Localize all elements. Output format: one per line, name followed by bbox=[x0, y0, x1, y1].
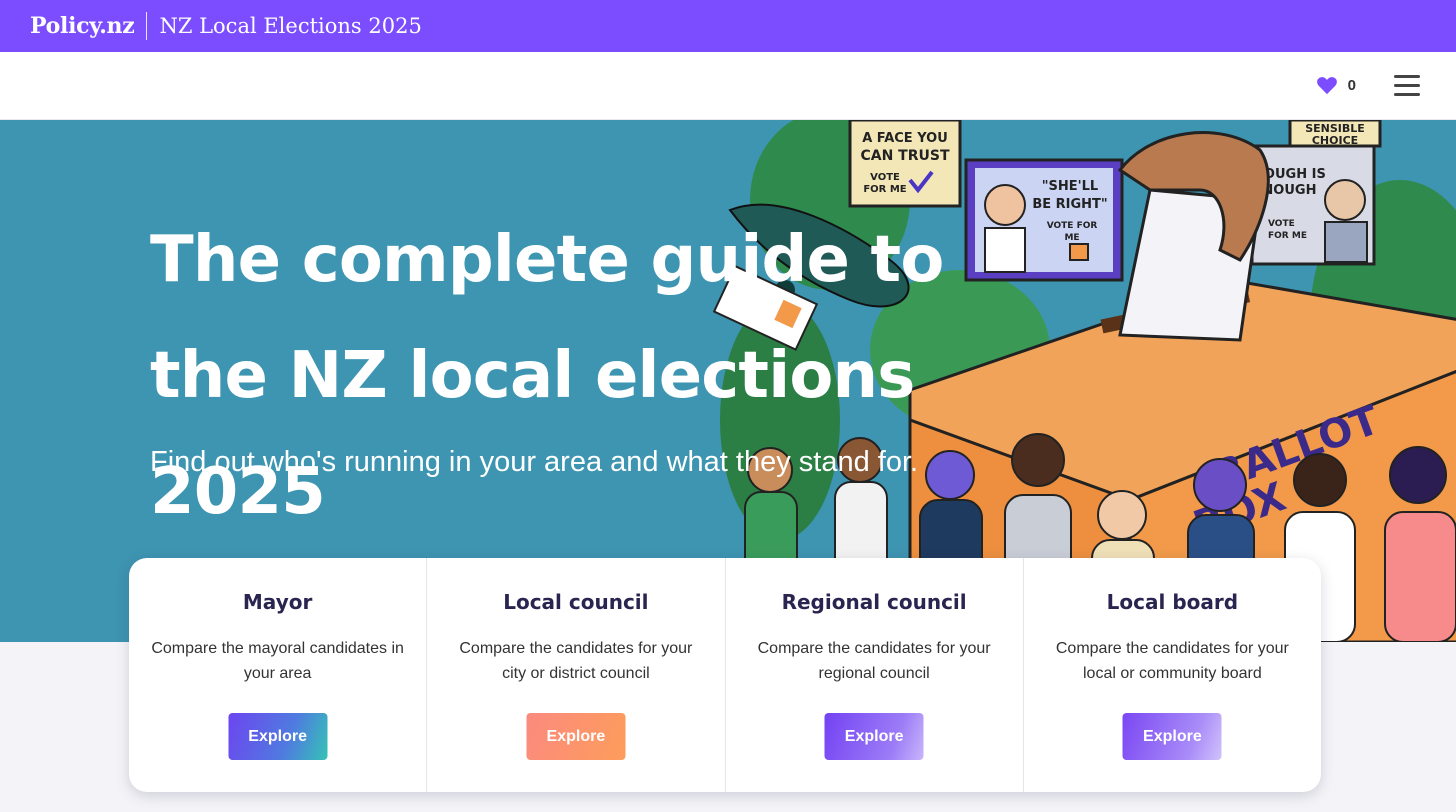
election-type-cards: Mayor Compare the mayoral candidates in … bbox=[129, 558, 1321, 792]
hero-subtitle: Find out who's running in your area and … bbox=[150, 446, 919, 478]
svg-text:CAN TRUST: CAN TRUST bbox=[860, 148, 949, 164]
card-title: Mayor bbox=[242, 590, 313, 614]
hamburger-menu-icon[interactable] bbox=[1394, 75, 1420, 97]
explore-regional-council-button[interactable]: Explore bbox=[824, 713, 924, 760]
card-mayor: Mayor Compare the mayoral candidates in … bbox=[129, 558, 428, 792]
favourites-button[interactable]: 0 bbox=[1316, 75, 1356, 95]
hero-title-line-1: The complete guide to bbox=[150, 223, 944, 297]
hero-title: The complete guide to the NZ local elect… bbox=[150, 202, 1110, 550]
card-regional-council: Regional council Compare the candidates … bbox=[726, 558, 1024, 792]
top-bar: Policy.nz NZ Local Elections 2025 bbox=[0, 0, 1456, 52]
card-description: Compare the candidates for your local or… bbox=[1055, 640, 1289, 682]
brand-logo[interactable]: Policy.nz bbox=[30, 13, 135, 39]
hero-title-line-2: the NZ local elections 2025 bbox=[150, 339, 915, 529]
card-description: Compare the candidates for your regional… bbox=[757, 640, 991, 682]
favourites-count: 0 bbox=[1347, 76, 1356, 94]
explore-local-council-button[interactable]: Explore bbox=[526, 713, 626, 760]
brand-divider bbox=[146, 12, 148, 40]
card-local-council: Local council Compare the candidates for… bbox=[427, 558, 726, 792]
explore-local-board-button[interactable]: Explore bbox=[1122, 713, 1222, 760]
svg-text:VOTE: VOTE bbox=[1268, 219, 1295, 229]
card-title: Local board bbox=[1106, 590, 1239, 614]
svg-text:FOR ME: FOR ME bbox=[863, 184, 906, 195]
svg-text:CHOICE: CHOICE bbox=[1312, 134, 1358, 147]
card-description: Compare the candidates for your city or … bbox=[459, 640, 693, 682]
svg-text:A FACE YOU: A FACE YOU bbox=[862, 131, 948, 146]
svg-text:VOTE: VOTE bbox=[870, 172, 900, 183]
card-title: Regional council bbox=[781, 590, 967, 614]
svg-text:FOR ME: FOR ME bbox=[1268, 231, 1307, 241]
explore-mayor-button[interactable]: Explore bbox=[228, 713, 328, 760]
heart-icon bbox=[1316, 77, 1337, 95]
svg-text:"SHE'LL: "SHE'LL bbox=[1042, 179, 1098, 194]
nav-bar: 0 bbox=[0, 52, 1456, 120]
site-title[interactable]: NZ Local Elections 2025 bbox=[159, 14, 421, 38]
card-title: Local council bbox=[503, 590, 649, 614]
card-local-board: Local board Compare the candidates for y… bbox=[1024, 558, 1321, 792]
card-description: Compare the mayoral candidates in your a… bbox=[151, 640, 404, 682]
